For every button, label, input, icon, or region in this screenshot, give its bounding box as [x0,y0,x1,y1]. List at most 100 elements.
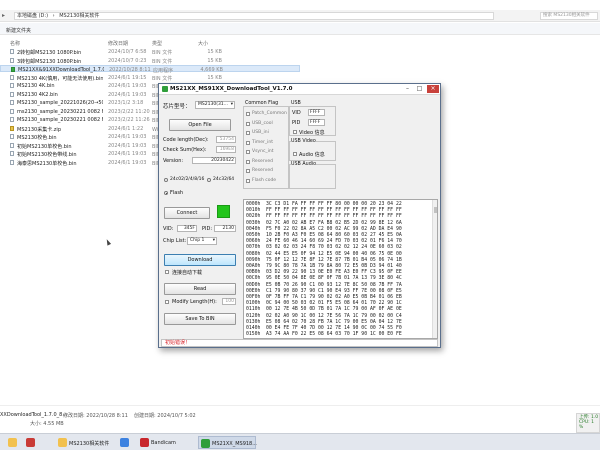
file-row[interactable]: 3转包邮MS2130 1080P.bin 2024/10/7 0:23 BIN 文件… [0,57,300,65]
common-flag-checkbox[interactable] [246,159,250,164]
taskbar-item[interactable]: MS2130相关软件 [56,436,116,449]
hex-row: 0030h 02 7C A0 02 AB E7 FA B8 02 B5 2D 02… [246,221,402,227]
window-titlebar[interactable]: MS21XX_MS91XX_DownloadTool_V1.7.0 – □ × [159,84,440,95]
chip-list-value: Chip 1 [190,238,205,243]
auto-download-checkbox[interactable] [165,270,169,274]
common-flag-checkbox[interactable] [246,140,250,145]
app-logo-icon [162,86,168,92]
taskbar-item[interactable] [118,436,134,449]
hex-bytes: 75 0F 12 12 7E 8F 12 7E 87 7B 01 B4 05 0… [266,257,402,263]
hex-row: 00D0h E5 0B 70 26 90 C1 00 93 12 7E 8C 50… [246,283,402,289]
minimize-icon[interactable]: – [403,85,412,93]
usb-title: USB [291,101,301,106]
scrollbar-thumb[interactable] [433,207,437,213]
chip-model-select[interactable]: MS2130(31... ▾ [195,101,235,109]
vid-field[interactable]: 345F [177,225,197,232]
pid-field[interactable]: 2130 [214,225,236,232]
maximize-icon[interactable]: □ [415,85,424,93]
hex-row: 0070h 03 02 02 03 24 F8 70 03 02 02 12 24… [246,245,402,251]
radio-flash-label: Flash [170,190,184,196]
taskbar-item[interactable] [24,436,36,449]
file-date: 2023/2/22 11:20 [108,108,150,115]
hex-bytes: E5 0B 70 26 90 C1 00 93 12 7E 8C 50 08 7… [266,282,402,288]
hex-bytes: 0F 7B FF 7A C1 79 90 02 02 A0 E5 0B B4 0… [266,295,402,300]
connect-button[interactable]: Connect [164,207,210,219]
common-flag-checkbox[interactable] [246,178,250,183]
file-icon [10,108,14,114]
column-date[interactable]: 修改日期 [108,40,128,47]
hex-bytes: 95 0E 50 04 8E 0E 8F 0F 7B 01 7A 13 79 3… [266,276,402,282]
version-field[interactable]: 20230422 [192,157,236,164]
file-date: 2024/10/7 0:23 [108,57,147,64]
hex-offset: 0150h [246,332,261,338]
common-flag-checkbox[interactable] [246,121,250,126]
usb-vid-label: VID [292,110,301,116]
chevron-down-icon: ▾ [212,238,215,243]
file-row[interactable]: MS2130 4K(慎用，可能无法使用).bin 2024/6/1 19:15 BI… [0,74,300,82]
radio-flash[interactable] [164,191,168,195]
breadcrumb[interactable]: 本地磁盘 (D:) › MS2130相关软件 [14,12,494,20]
column-name[interactable]: 名称 [10,40,20,47]
hex-row: 00E0h C1 79 90 80 37 90 C1 90 E4 93 FF 7E… [246,289,402,295]
read-button[interactable]: Read [164,283,236,295]
column-type[interactable]: 类型 [152,40,162,47]
usb-audio-title: USB Audio [291,162,317,167]
common-flag-checkbox[interactable] [246,169,250,173]
file-row[interactable]: MS21XX&91XXDownloadTool_1.7.0_... 2022/10… [0,65,300,74]
open-file-button[interactable]: Open File [169,119,231,131]
hex-bytes: 03 02 02 03 24 F8 70 03 02 02 12 24 0E 6… [266,245,402,251]
common-flag-label: USB_cool [252,120,273,126]
radio-24c02[interactable] [164,178,168,182]
details-created: 创建日期: 2024/10/7 5:02 [134,413,196,419]
file-icon [10,100,14,105]
usb-pid-label: PID [292,120,301,126]
common-flag-label: Reserved [252,158,273,164]
taskbar-item[interactable]: Bandicam [138,436,196,449]
modify-length-sub-label: Length(H): [190,299,217,305]
hex-bytes: F5 F0 22 02 8A A5 C2 00 02 AC 99 02 AD D… [266,226,402,232]
file-date: 2023/1/2 3:18 [108,100,144,106]
download-button[interactable]: Download [164,254,236,266]
usb-pid-field[interactable]: FFFF [308,119,325,126]
search-input[interactable]: 搜索 MS2130相关软件 [540,12,598,20]
hex-bytes: 00 E4 FE 7F 40 7D 00 12 7E 14 90 0C 00 7… [266,326,402,331]
file-row[interactable]: 2转包邮MS2130 1080P.bin 2024/10/7 6:58 BIN 文件… [0,48,300,56]
hex-row: 0150h A3 74 AA F0 22 E5 08 64 03 70 1F 90… [246,332,402,338]
file-type: BIN 文件 [152,50,173,56]
breadcrumb-folder[interactable]: MS2130相关软件 [59,13,99,19]
video-info-checkbox[interactable] [293,130,297,134]
hex-bytes: 0C 94 00 50 03 02 01 F5 E5 08 64 01 70 2… [266,301,402,307]
folder-nav-icon[interactable]: ▸ [2,12,5,19]
chip-list-select[interactable]: Chip 1 ▾ [187,237,217,245]
hex-row: 0110h 00 12 7E 4B 50 0D 7B 01 7A 1C 79 00… [246,307,402,313]
save-to-bin-button[interactable]: Save To BIN [164,313,236,325]
radio-24c32[interactable] [207,178,211,182]
common-flag-checkbox[interactable] [246,150,250,154]
hex-offset: 0080h [246,251,261,257]
audio-info-checkbox[interactable] [293,152,297,156]
modify-length-field[interactable]: 100 [222,298,236,305]
file-size: 15 KB [207,57,222,64]
taskbar-item[interactable]: MS21XX_MS918... [198,436,257,449]
modify-length-checkbox[interactable] [165,300,169,304]
hex-offset: 0070h [246,245,261,251]
close-icon[interactable]: × [427,85,439,93]
hex-bytes: FF FF FF FF FF FF FF FF FF FF FF FF FF F… [266,214,402,220]
hex-scrollbar[interactable] [432,200,437,338]
hex-view[interactable]: 0000h 3C C3 D1 FA FF FF FF FF 80 00 00 00… [243,199,438,339]
column-size[interactable]: 大小 [198,40,208,47]
common-flag-checkbox[interactable] [246,131,250,135]
address-bar: ▸ 本地磁盘 (D:) › MS2130相关软件 搜索 MS2130相关软件 [0,10,600,22]
taskbar-item[interactable] [6,436,18,449]
code-length-field[interactable]: 53754 [216,136,236,143]
file-icon [10,57,14,63]
common-flag-checkbox[interactable] [246,112,250,116]
file-name: MS2130 4K2.bin [17,91,58,98]
radio-24c02-label: 24c02/2/4/8/16 [170,177,205,182]
check-sum-field[interactable]: 169E8 [216,146,236,153]
command-bar: 新建文件夹 [0,23,600,35]
new-folder-button[interactable]: 新建文件夹 [6,27,31,34]
hex-offset: 0120h [246,313,261,319]
usb-vid-field[interactable]: FFFF [308,109,325,116]
breadcrumb-drive[interactable]: 本地磁盘 (D:) [17,13,48,19]
